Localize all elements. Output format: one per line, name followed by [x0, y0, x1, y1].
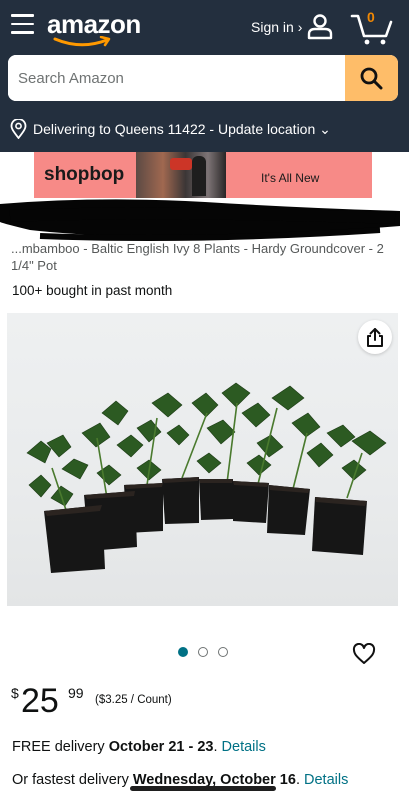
smile-arrow-icon — [53, 36, 111, 47]
carousel-dot-3[interactable] — [218, 647, 228, 657]
search-button[interactable] — [345, 55, 398, 101]
price-currency: $ — [11, 685, 19, 701]
delivery-details-link[interactable]: Details — [222, 739, 266, 755]
delivery-prefix: FREE delivery — [12, 739, 109, 755]
search-input[interactable] — [8, 55, 345, 101]
carousel-dot-2[interactable] — [198, 647, 208, 657]
product-image[interactable] — [7, 313, 398, 606]
header: amazon Sign in › 0 Delive — [0, 0, 409, 152]
banner-brand: shopbop — [44, 164, 125, 185]
share-button[interactable] — [358, 320, 392, 354]
unit-price: ($3.25 / Count) — [95, 694, 172, 706]
banner-tagline: It's All New — [261, 171, 320, 185]
price-whole: 25 — [21, 682, 59, 720]
carousel-dot-1[interactable] — [178, 647, 188, 657]
menu-icon[interactable] — [11, 14, 34, 34]
ivy-plants-photo — [26, 382, 387, 573]
sign-in-link[interactable]: Sign in › — [251, 19, 302, 35]
location-pin-icon — [10, 119, 27, 139]
product-title[interactable]: ...mbamboo - Baltic English Ivy 8 Plants… — [11, 240, 401, 274]
fastest-suffix: . — [295, 772, 304, 788]
delivery-location-text: Delivering to Queens 11422 - Update loca… — [33, 121, 331, 137]
free-delivery-line: FREE delivery October 21 - 23. Details — [12, 739, 266, 755]
bought-count: 100+ bought in past month — [12, 283, 173, 298]
search-icon — [360, 67, 383, 90]
delivery-dates: October 21 - 23 — [108, 739, 214, 755]
fastest-details-link[interactable]: Details — [304, 772, 348, 788]
amazon-logo[interactable]: amazon — [47, 8, 141, 48]
search-bar — [8, 55, 398, 101]
price-fraction: 99 — [68, 685, 84, 701]
heart-icon[interactable] — [352, 643, 376, 665]
cart-button[interactable]: 0 — [350, 8, 394, 46]
fastest-prefix: Or fastest delivery — [12, 772, 133, 788]
shopbop-ad-banner[interactable]: shopbop It's All New — [34, 152, 372, 198]
user-icon[interactable] — [306, 12, 334, 40]
delivery-suffix: . — [213, 739, 222, 755]
redaction-mark — [0, 199, 400, 241]
delivery-location-bar[interactable]: Delivering to Queens 11422 - Update loca… — [0, 110, 409, 148]
cart-count: 0 — [367, 9, 375, 25]
home-indicator[interactable] — [130, 786, 276, 791]
banner-photo — [136, 152, 226, 198]
share-icon — [367, 328, 383, 347]
